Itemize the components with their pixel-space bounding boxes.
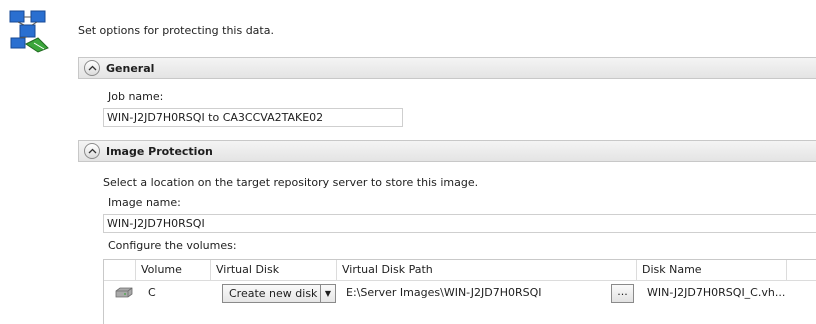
job-name-label: Job name: (108, 90, 164, 103)
general-section-header[interactable]: General (78, 57, 816, 79)
browse-button[interactable]: ... (611, 284, 634, 303)
virtual-disk-path-cell[interactable]: E:\Server Images\WIN-J2JD7H0RSQI (346, 281, 606, 305)
column-header-disk-name[interactable]: Disk Name (637, 260, 787, 281)
column-header-volume[interactable]: Volume (136, 260, 211, 281)
chevron-up-icon[interactable] (84, 60, 100, 76)
chevron-up-icon[interactable] (84, 143, 100, 159)
virtual-disk-selected: Create new disk (229, 287, 318, 300)
section-title: General (106, 61, 155, 75)
page-subtitle: Set options for protecting this data. (78, 24, 274, 37)
job-name-field[interactable]: WIN-J2JD7H0RSQI to CA3CCVA2TAKE02 (103, 108, 403, 127)
image-protection-section-header[interactable]: Image Protection (78, 140, 816, 162)
image-name-field[interactable]: WIN-J2JD7H0RSQI (103, 214, 816, 233)
section-title: Image Protection (106, 144, 213, 158)
column-header-icon (104, 260, 136, 281)
server-protection-icon (9, 10, 49, 53)
volumes-table: Volume Virtual Disk Virtual Disk Path Di… (103, 259, 816, 324)
image-name-label: Image name: (108, 196, 181, 209)
configure-volumes-label: Configure the volumes: (108, 239, 237, 252)
table-row[interactable]: C Create new disk ▼ E:\Server Images\WIN… (104, 281, 816, 305)
column-header-virtual-disk-path[interactable]: Virtual Disk Path (337, 260, 637, 281)
image-protection-description: Select a location on the target reposito… (103, 176, 479, 189)
column-header-virtual-disk[interactable]: Virtual Disk (211, 260, 337, 281)
table-header: Volume Virtual Disk Virtual Disk Path Di… (104, 260, 816, 281)
dropdown-arrow-icon[interactable]: ▼ (320, 285, 335, 302)
virtual-disk-dropdown[interactable]: Create new disk ▼ (222, 284, 336, 303)
volume-cell: C (148, 286, 156, 299)
drive-icon (114, 281, 136, 305)
disk-name-cell[interactable]: WIN-J2JD7H0RSQI_C.vh... (647, 281, 787, 305)
